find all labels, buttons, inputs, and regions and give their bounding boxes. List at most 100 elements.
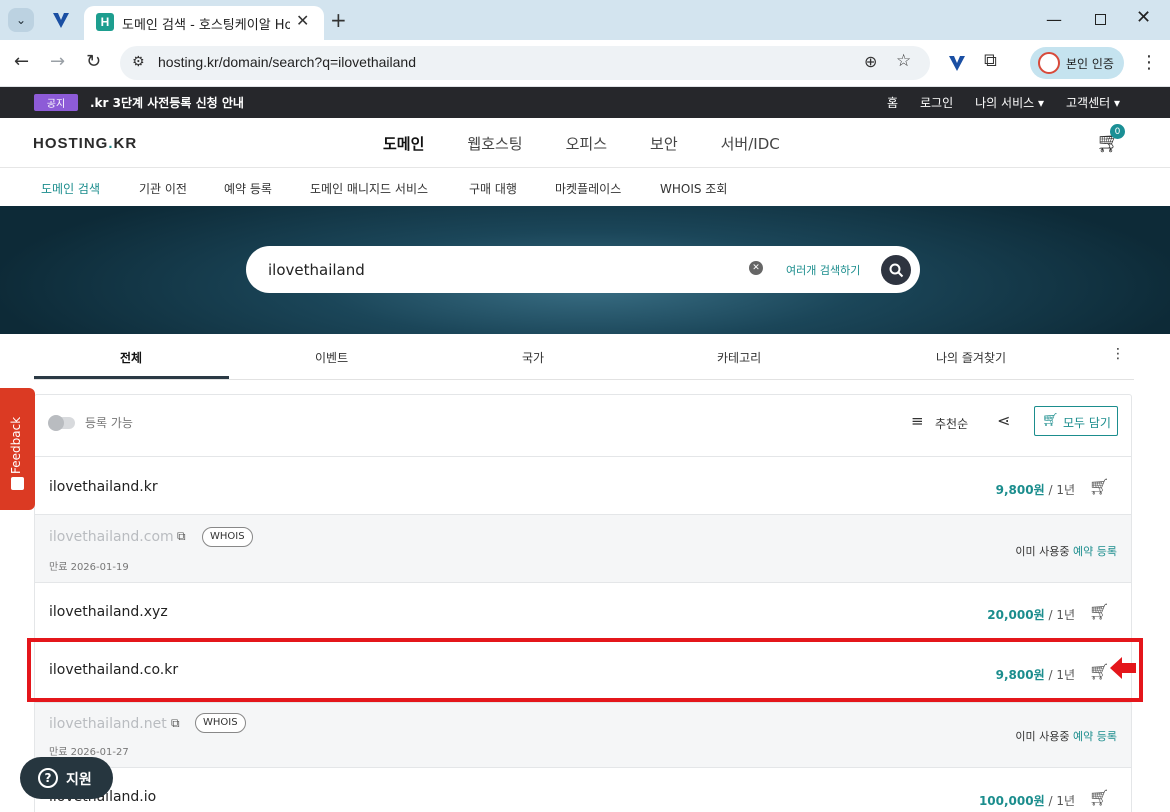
results-panel: 등록 가능 ≡ 추천순 ⋖ 🛒︎ 모두 담기 ilovethailand.kr … bbox=[34, 394, 1132, 812]
bookmark-star-icon[interactable]: ☆ bbox=[896, 51, 911, 71]
reserve-link[interactable]: 예약 등록 bbox=[1073, 545, 1117, 558]
whois-button[interactable]: WHOIS bbox=[195, 713, 246, 733]
tab-country[interactable]: 국가 bbox=[522, 349, 544, 366]
subnav-purchase-agent[interactable]: 구매 대행 bbox=[469, 180, 517, 197]
domain-search-input[interactable]: ilovethailand bbox=[268, 261, 365, 279]
domain-price: 100,000원 / 1년 bbox=[979, 792, 1075, 809]
domain-name: ilovethailand.kr bbox=[49, 479, 158, 495]
profile-button[interactable]: 본인 인증 bbox=[1030, 47, 1124, 79]
main-header: HOSTING.KR 도메인 웹호스팅 오피스 보안 서버/IDC 🛒︎ 0 bbox=[0, 118, 1170, 168]
tabs-more-icon[interactable]: ⋮ bbox=[1111, 346, 1125, 362]
customer-center-link[interactable]: 고객센터 ▾ bbox=[1066, 94, 1120, 111]
price-value: 9,800원 bbox=[995, 483, 1045, 497]
domain-price: 20,000원 / 1년 bbox=[987, 606, 1075, 623]
sub-nav: 도메인 검색 기관 이전 예약 등록 도메인 매니지드 서비스 구매 대행 마켓… bbox=[0, 168, 1170, 206]
available-only-toggle[interactable] bbox=[48, 415, 75, 431]
notice-link[interactable]: .kr 3단계 사전등록 신청 안내 bbox=[90, 94, 244, 111]
window-close-icon[interactable]: ✕ bbox=[1136, 7, 1151, 28]
domain-row: ilovethailand.kr 9,800원 / 1년 🛒︎ bbox=[35, 457, 1131, 515]
zoom-icon[interactable]: ⊕ bbox=[864, 52, 877, 71]
tab-category[interactable]: 카테고리 bbox=[717, 349, 761, 366]
cart-count-badge: 0 bbox=[1110, 124, 1125, 139]
add-all-to-cart-button[interactable]: 🛒︎ 모두 담기 bbox=[1034, 406, 1118, 436]
result-tabs: 전체 이벤트 국가 카테고리 나의 즐겨찾기 ⋮ bbox=[34, 334, 1134, 380]
my-service-link[interactable]: 나의 서비스 ▾ bbox=[975, 94, 1044, 111]
subnav-marketplace[interactable]: 마켓플레이스 bbox=[555, 180, 621, 197]
support-label: 지원 bbox=[66, 772, 92, 788]
subnav-whois[interactable]: WHOIS 조회 bbox=[660, 180, 727, 197]
subnav-domain-search[interactable]: 도메인 검색 bbox=[41, 180, 100, 197]
share-icon[interactable]: ⋖ bbox=[997, 411, 1010, 430]
search-icon bbox=[889, 263, 903, 277]
url-text[interactable]: hosting.kr/domain/search?q=ilovethailand bbox=[158, 54, 416, 70]
sort-icon[interactable]: ≡ bbox=[911, 412, 924, 430]
notice-badge: 공지 bbox=[34, 94, 78, 111]
hosting-favicon-icon: H bbox=[96, 13, 114, 31]
logo-text-kr: KR bbox=[113, 135, 138, 152]
menu-security[interactable]: 보안 bbox=[650, 133, 678, 154]
external-link-icon[interactable]: ⧉ bbox=[177, 529, 186, 544]
sort-dropdown[interactable]: 추천순 bbox=[935, 415, 968, 432]
login-link[interactable]: 로그인 bbox=[920, 94, 953, 111]
window-maximize-icon[interactable] bbox=[1095, 14, 1106, 25]
tab-all[interactable]: 전체 bbox=[120, 349, 142, 366]
tab-search-dropdown-icon[interactable]: ⌄ bbox=[8, 8, 34, 32]
site-logo[interactable]: HOSTING.KR bbox=[33, 135, 137, 152]
search-button[interactable] bbox=[881, 255, 911, 285]
reload-icon[interactable]: ↻ bbox=[86, 51, 101, 72]
back-arrow-icon[interactable]: ← bbox=[14, 51, 29, 72]
filter-bar: 등록 가능 ≡ 추천순 ⋖ 🛒︎ 모두 담기 bbox=[35, 395, 1131, 457]
tab-favorites[interactable]: 나의 즐겨찾기 bbox=[936, 349, 1006, 366]
status-text: 이미 사용중 예약 등록 bbox=[1015, 728, 1117, 744]
menu-server-idc[interactable]: 서버/IDC bbox=[721, 133, 780, 154]
tab-close-icon[interactable]: ✕ bbox=[296, 11, 309, 30]
extensions-puzzle-icon[interactable]: ⧉ bbox=[984, 50, 997, 71]
browser-tab-active[interactable]: H 도메인 검색 - 호스팅케이알 Ho ✕ bbox=[84, 6, 324, 40]
menu-domain[interactable]: 도메인 bbox=[383, 133, 424, 154]
domain-name: ilovethailand.xyz bbox=[49, 604, 168, 620]
profile-avatar bbox=[1038, 52, 1060, 74]
v-extension-icon[interactable] bbox=[946, 52, 968, 74]
expire-date: 만료 2026-01-27 bbox=[49, 747, 129, 758]
menu-webhosting[interactable]: 웹호스팅 bbox=[467, 133, 522, 154]
tab-title: 도메인 검색 - 호스팅케이알 Ho bbox=[122, 18, 290, 33]
notice-bar: 공지 .kr 3단계 사전등록 신청 안내 홈 로그인 나의 서비스 ▾ 고객센… bbox=[0, 87, 1170, 118]
menu-office[interactable]: 오피스 bbox=[566, 133, 607, 154]
site-info-icon[interactable]: ⚙ bbox=[132, 54, 145, 70]
multi-search-link[interactable]: 여러개 검색하기 bbox=[786, 262, 860, 278]
price-term: / 1년 bbox=[1044, 608, 1075, 622]
active-tab-indicator bbox=[34, 376, 229, 379]
available-only-label: 등록 가능 bbox=[85, 416, 133, 430]
in-use-label: 이미 사용중 bbox=[1015, 730, 1070, 743]
external-link-icon[interactable]: ⧉ bbox=[171, 716, 180, 731]
add-to-cart-icon[interactable]: 🛒︎ bbox=[1089, 788, 1109, 807]
clear-search-icon[interactable]: ✕ bbox=[749, 261, 763, 275]
add-to-cart-icon[interactable]: 🛒︎ bbox=[1089, 477, 1109, 496]
subnav-managed[interactable]: 도메인 매니지드 서비스 bbox=[310, 180, 428, 197]
domain-price: 9,800원 / 1년 bbox=[996, 481, 1075, 498]
tab-event[interactable]: 이벤트 bbox=[315, 349, 348, 366]
add-to-cart-icon[interactable]: 🛒︎ bbox=[1089, 602, 1109, 621]
top-links: 홈 로그인 나의 서비스 ▾ 고객센터 ▾ bbox=[887, 94, 1120, 111]
subnav-reservation[interactable]: 예약 등록 bbox=[224, 180, 272, 197]
new-tab-icon[interactable]: + bbox=[330, 8, 347, 32]
reserve-link[interactable]: 예약 등록 bbox=[1073, 730, 1117, 743]
address-bar[interactable]: ⚙ hosting.kr/domain/search?q=ilovethaila… bbox=[120, 46, 930, 80]
home-link[interactable]: 홈 bbox=[887, 94, 898, 111]
domain-row-taken: ilovethailand.net ⧉ WHOIS 만료 2026-01-27 … bbox=[35, 703, 1131, 768]
forward-arrow-icon[interactable]: → bbox=[50, 51, 65, 72]
domain-name: ilovethailand.com bbox=[49, 529, 174, 545]
browser-menu-icon[interactable]: ⋮ bbox=[1140, 52, 1158, 73]
feedback-tab[interactable]: Feedback bbox=[0, 388, 35, 510]
subnav-transfer[interactable]: 기관 이전 bbox=[139, 180, 187, 197]
in-use-label: 이미 사용중 bbox=[1015, 545, 1070, 558]
v-extension-logo-icon[interactable] bbox=[50, 9, 72, 31]
support-button[interactable]: ? 지원 bbox=[20, 757, 113, 799]
pointer-arrow-icon bbox=[1110, 657, 1136, 679]
whois-button[interactable]: WHOIS bbox=[202, 527, 253, 547]
window-minimize-icon[interactable]: — bbox=[1046, 10, 1062, 29]
expire-date: 만료 2026-01-19 bbox=[49, 562, 129, 573]
logo-text: HOSTING bbox=[33, 135, 109, 152]
highlight-box bbox=[27, 638, 1143, 702]
main-menu: 도메인 웹호스팅 오피스 보안 서버/IDC bbox=[383, 133, 823, 154]
